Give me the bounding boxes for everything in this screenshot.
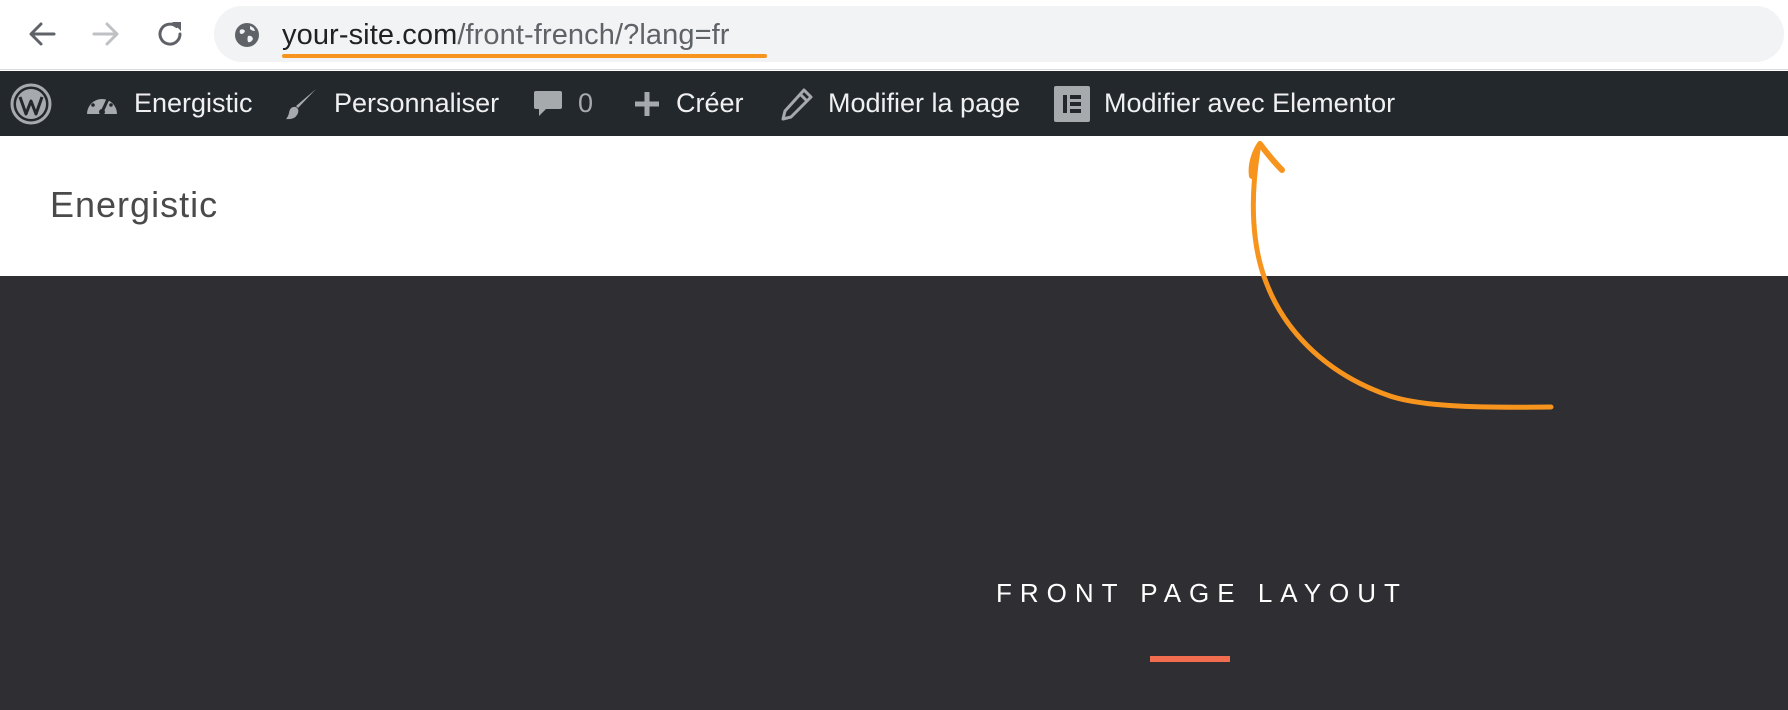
edit-with-elementor-label: Modifier avec Elementor (1104, 88, 1396, 118)
forward-button[interactable] (86, 16, 126, 52)
pencil-icon (780, 87, 814, 121)
new-content-label: Créer (676, 88, 744, 118)
reload-icon (158, 22, 182, 46)
wordpress-menu[interactable] (10, 71, 52, 136)
browser-toolbar: your-site.com/front-french/?lang=fr (0, 0, 1788, 70)
plus-icon (632, 89, 662, 119)
new-content-menu[interactable]: Créer (632, 71, 744, 136)
forward-arrow-icon (92, 22, 119, 46)
reload-button[interactable] (150, 16, 190, 52)
back-button[interactable] (22, 16, 62, 52)
site-name-menu[interactable]: Energistic (84, 71, 253, 136)
comment-bubble-icon (532, 88, 564, 120)
edit-page-label: Modifier la page (828, 88, 1021, 118)
hero-heading: FRONT PAGE LAYOUT (996, 578, 1408, 608)
url-path: /front-french/?lang=fr (457, 19, 730, 51)
paintbrush-icon (284, 86, 320, 122)
edit-page-menu[interactable]: Modifier la page (780, 71, 1020, 136)
dashboard-gauge-icon (84, 88, 120, 120)
customize-label: Personnaliser (334, 88, 500, 118)
comments-count: 0 (578, 88, 594, 118)
elementor-icon (1054, 85, 1090, 122)
edit-with-elementor-menu[interactable]: Modifier avec Elementor (1054, 71, 1395, 136)
wp-admin-bar: Energistic Personnaliser 0 Créer Modifie… (0, 71, 1788, 136)
address-bar[interactable]: your-site.com/front-french/?lang=fr (214, 6, 1784, 62)
site-title[interactable]: Energistic (50, 184, 218, 226)
hero-section: FRONT PAGE LAYOUT (0, 276, 1788, 710)
site-name-label: Energistic (134, 88, 253, 118)
globe-icon (235, 23, 259, 47)
hero-divider (1150, 656, 1230, 662)
url-text: your-site.com/front-french/?lang=fr (282, 18, 730, 52)
url-host: your-site.com (282, 19, 458, 51)
customize-menu[interactable]: Personnaliser (284, 71, 499, 136)
wordpress-logo-icon (10, 83, 52, 125)
site-header: Energistic (0, 136, 1788, 276)
url-highlight-underline (282, 54, 767, 58)
comments-menu[interactable]: 0 (532, 71, 593, 136)
back-arrow-icon (29, 22, 56, 46)
